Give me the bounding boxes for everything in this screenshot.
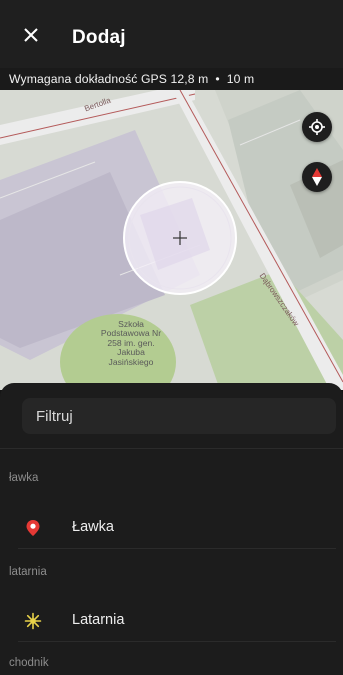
- list-item-label: Ławka: [72, 519, 114, 535]
- app-root: Dodaj Wymagana dokładność GPS 12,8 m • 1…: [0, 0, 343, 675]
- divider: [18, 641, 336, 642]
- page-title: Dodaj: [72, 27, 126, 48]
- poi-school-label: Szkoła Podstawowa Nr 258 im. gen. Jakuba…: [100, 319, 162, 367]
- compass-button[interactable]: [302, 162, 332, 192]
- section-label-chodnik: chodnik: [9, 657, 49, 669]
- top-bar: Dodaj: [0, 0, 343, 68]
- gps-accuracy-bar: Wymagana dokładność GPS 12,8 m • 10 m: [0, 68, 343, 90]
- filter-input[interactable]: Filtruj: [22, 398, 336, 434]
- list-item-lawka[interactable]: Ławka: [0, 505, 343, 551]
- filter-placeholder: Filtruj: [36, 407, 73, 425]
- divider: [18, 548, 336, 549]
- locate-me-button[interactable]: [302, 112, 332, 142]
- close-icon: [24, 28, 38, 42]
- divider: [0, 448, 343, 449]
- section-label-latarnia: latarnia: [9, 566, 47, 578]
- gps-accuracy-text: Wymagana dokładność GPS 12,8 m: [9, 72, 209, 86]
- gps-separator: •: [215, 72, 220, 86]
- map-pin-icon: [26, 520, 40, 536]
- street-lamp-icon: [24, 612, 42, 630]
- close-button[interactable]: [18, 22, 44, 48]
- compass-icon: [312, 168, 322, 186]
- map-view[interactable]: Bertolla Dąbrowszczaków Szkoła Podstawow…: [0, 90, 343, 390]
- gps-required-accuracy: 10 m: [226, 72, 255, 86]
- map-canvas: [0, 90, 343, 390]
- section-label-lawka: ławka: [9, 472, 39, 484]
- list-item-latarnia[interactable]: Latarnia: [0, 598, 343, 644]
- list-item-label: Latarnia: [72, 612, 125, 628]
- gps-locate-icon: [309, 119, 325, 135]
